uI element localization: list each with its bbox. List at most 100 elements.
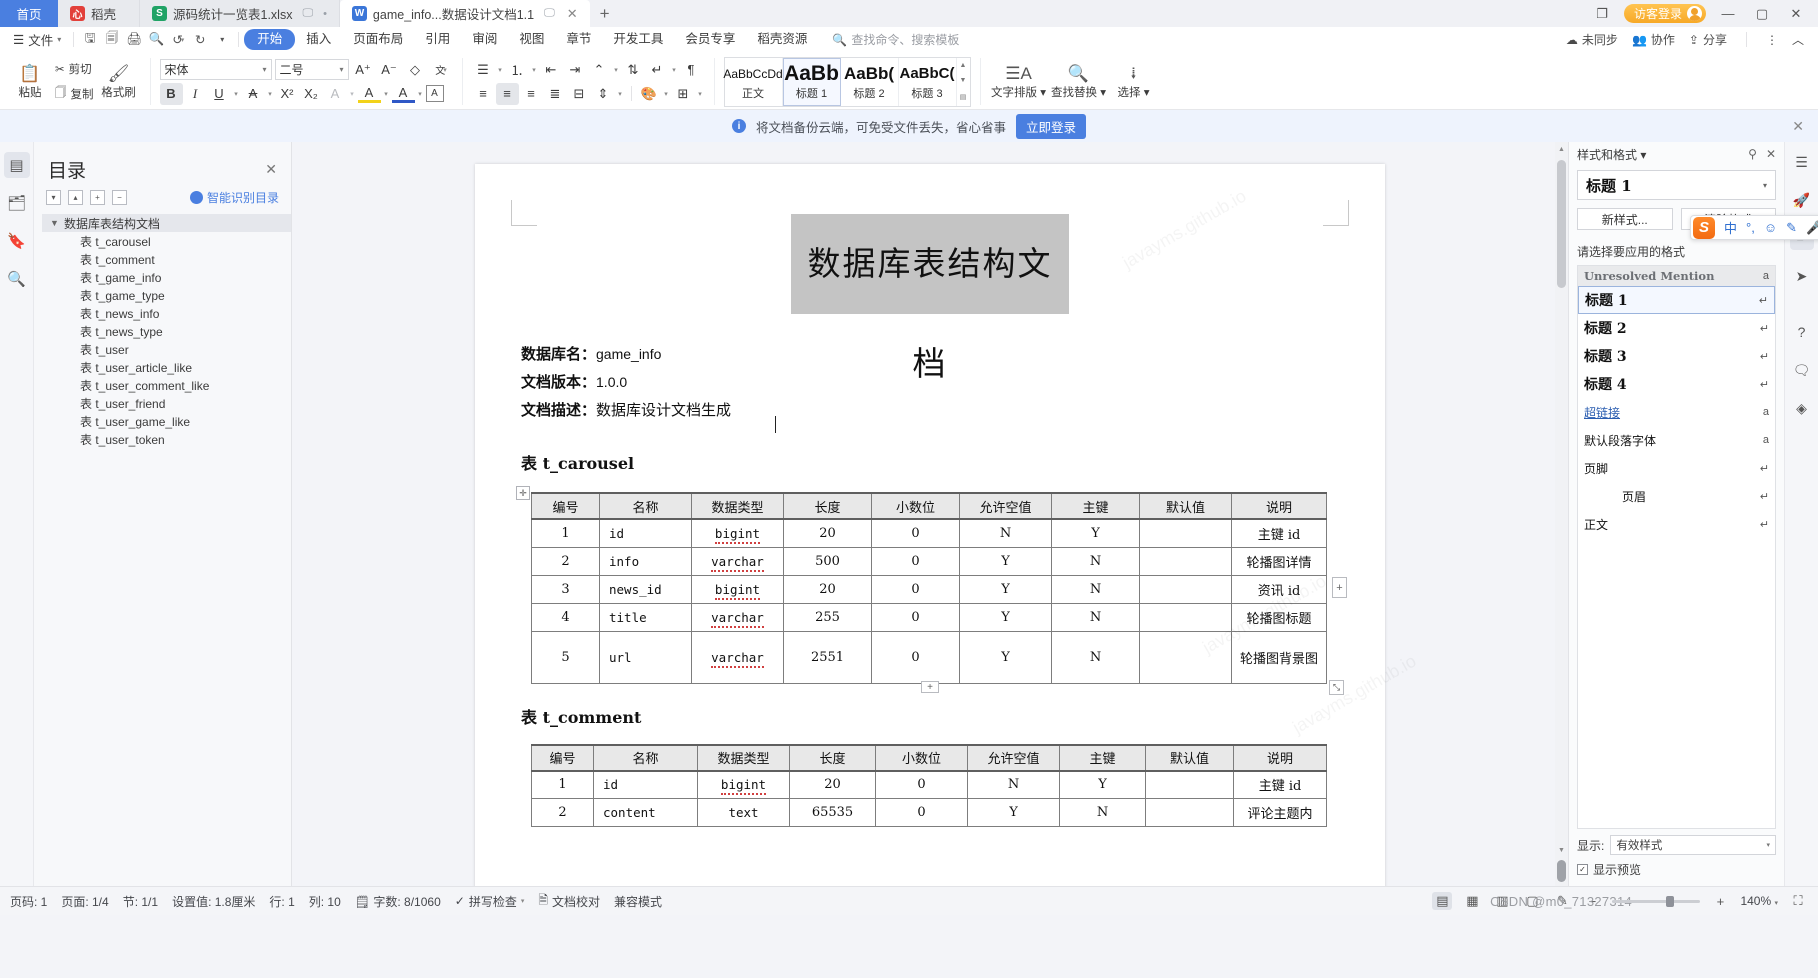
toc-item-root[interactable]: ▼ 数据库表结构文档 bbox=[42, 214, 291, 232]
maximize-button[interactable]: ▢ bbox=[1750, 0, 1774, 27]
toc-item-t-user[interactable]: 表 t_user bbox=[42, 340, 291, 358]
status-word-count[interactable]: 🗒 字数: 8/1060 bbox=[355, 893, 441, 910]
toc-item-t-user-game-like[interactable]: 表 t_user_game_like bbox=[42, 412, 291, 430]
table-row[interactable]: 2 info varchar 500 0 Y N 轮播图详情 bbox=[531, 546, 1327, 576]
notice-close-icon[interactable]: ✕ bbox=[1792, 118, 1804, 135]
status-proofread[interactable]: 🗎 文档校对 bbox=[538, 891, 600, 912]
level-down-icon[interactable]: − bbox=[112, 190, 127, 205]
justify-button[interactable]: ≣ bbox=[544, 83, 567, 105]
bullet-list-button[interactable]: ☰ bbox=[472, 59, 495, 81]
outline-icon[interactable]: ▤ bbox=[3, 152, 30, 178]
format-painter-button[interactable]: 🖌 格式刷 bbox=[97, 55, 141, 109]
styles-list[interactable]: Unresolved Mention a 标题 1 ↵ 标题 2 ↵ 标题 3 ↵ 标题… bbox=[1577, 265, 1776, 829]
tab-close-icon[interactable]: ✕ bbox=[567, 6, 578, 22]
line-break-button[interactable]: ↵ bbox=[646, 59, 669, 81]
collapse-icon[interactable]: ☰ bbox=[1790, 150, 1814, 174]
strikethrough-dropdown-icon[interactable]: ▾ bbox=[266, 83, 275, 105]
font-name-select[interactable]: 宋体 ▾ bbox=[159, 59, 272, 80]
style-list-item-hyperlink[interactable]: 超链接 a bbox=[1578, 398, 1775, 426]
guest-login-button[interactable]: 访客登录 bbox=[1623, 4, 1706, 23]
align-center-button[interactable]: ≡ bbox=[495, 82, 519, 105]
sort-button[interactable]: ⇅ bbox=[622, 59, 645, 81]
decrease-indent-button[interactable]: ⇤ bbox=[540, 59, 563, 81]
table-row[interactable]: 1 id bigint 20 0 N Y 主键 id bbox=[531, 770, 1327, 799]
style-item-heading3[interactable]: AaBbC( 标题 3 bbox=[899, 57, 957, 106]
copy-button[interactable]: 🗍 复制 bbox=[52, 83, 97, 106]
menu-item-reference[interactable]: 引用 bbox=[414, 29, 461, 50]
smart-layout-button[interactable]: ⌃ bbox=[588, 59, 611, 81]
collapse-ribbon-icon[interactable]: ︿ bbox=[1792, 31, 1804, 48]
clear-format-icon[interactable]: ◇ bbox=[404, 59, 427, 81]
customize-icon[interactable]: ▾ bbox=[211, 29, 233, 50]
style-list-item-header[interactable]: 页眉 ↵ bbox=[1578, 482, 1775, 510]
collaborate-button[interactable]: 👥 协作 bbox=[1632, 31, 1675, 48]
ime-voice-icon[interactable]: 🎤 bbox=[1806, 220, 1818, 236]
add-column-button[interactable]: + bbox=[1332, 577, 1347, 598]
select-button[interactable]: ⭭ 选择 ▾ bbox=[1110, 55, 1158, 109]
add-row-button[interactable]: + bbox=[921, 681, 939, 693]
table-t-comment[interactable]: 编号 名称 数据类型 长度 小数位 允许空值 主键 默认值 说明 1 id bi… bbox=[531, 743, 1327, 827]
toc-item-t-user-comment-like[interactable]: 表 t_user_comment_like bbox=[42, 376, 291, 394]
save-as-icon[interactable]: 🗐 bbox=[101, 29, 123, 50]
zoom-level[interactable]: 140% ▾ bbox=[1740, 894, 1778, 908]
table-row[interactable]: 2 content text 65535 0 Y N 评论主题内 bbox=[531, 798, 1327, 827]
style-list-item-heading1[interactable]: 标题 1 ↵ bbox=[1578, 286, 1775, 314]
shield-icon[interactable]: ◈ bbox=[1790, 396, 1814, 420]
highlight-dropdown-icon[interactable]: ▾ bbox=[382, 83, 391, 105]
ime-toolbar[interactable]: S 中 °, ☺ ✎ 🎤 ▦ bbox=[1690, 215, 1818, 240]
close-window-button[interactable]: ✕ bbox=[1784, 0, 1808, 27]
borders-button[interactable]: ⊞ bbox=[672, 83, 695, 105]
increase-indent-button[interactable]: ⇥ bbox=[564, 59, 587, 81]
page-view-icon[interactable]: ▤ bbox=[1432, 892, 1453, 910]
menu-item-insert[interactable]: 插入 bbox=[295, 29, 342, 50]
table-t-carousel[interactable]: 编号 名称 数据类型 长度 小数位 允许空值 主键 默认值 说明 1 id bi… bbox=[531, 492, 1327, 684]
distribute-button[interactable]: ⊟ bbox=[568, 83, 591, 105]
numbered-list-dropdown-icon[interactable]: ▾ bbox=[530, 59, 539, 81]
toc-item-t-user-article-like[interactable]: 表 t_user_article_like bbox=[42, 358, 291, 376]
menu-item-member[interactable]: 会员专享 bbox=[674, 29, 746, 50]
ime-punctuation-icon[interactable]: °, bbox=[1746, 220, 1755, 235]
tab-monitor-icon[interactable]: 🖵 bbox=[544, 7, 555, 20]
scroll-up-icon[interactable]: ▲ bbox=[1558, 146, 1565, 153]
superscript-button[interactable]: X² bbox=[276, 83, 299, 105]
borders-dropdown-icon[interactable]: ▾ bbox=[696, 83, 705, 105]
fit-page-icon[interactable]: ⛶ bbox=[1788, 892, 1808, 910]
find-replace-button[interactable]: 🔍 查找替换 ▾ bbox=[1048, 55, 1110, 109]
status-spellcheck[interactable]: ✓ 拼写检查 ▾ bbox=[455, 893, 525, 910]
underline-dropdown-icon[interactable]: ▾ bbox=[232, 83, 241, 105]
menu-item-dev-tools[interactable]: 开发工具 bbox=[602, 29, 674, 50]
typography-button[interactable]: ☰A 文字排版 ▾ bbox=[990, 55, 1048, 109]
text-effect-button[interactable]: A bbox=[324, 83, 347, 105]
close-icon[interactable]: ✕ bbox=[1766, 147, 1776, 161]
grow-font-button[interactable]: A⁺ bbox=[352, 59, 375, 81]
line-spacing-dropdown-icon[interactable]: ▾ bbox=[616, 83, 625, 105]
menu-item-page-layout[interactable]: 页面布局 bbox=[342, 29, 414, 50]
align-right-button[interactable]: ≡ bbox=[520, 83, 543, 105]
rocket-icon[interactable]: 🚀 bbox=[1790, 188, 1814, 212]
show-preview-checkbox[interactable]: ✓ bbox=[1577, 864, 1588, 875]
italic-button[interactable]: I bbox=[184, 83, 207, 105]
subscript-button[interactable]: X₂ bbox=[300, 83, 323, 105]
menu-item-resources[interactable]: 稻壳资源 bbox=[746, 29, 818, 50]
bookmark-icon[interactable]: 🔖 bbox=[4, 228, 30, 254]
bullet-list-dropdown-icon[interactable]: ▾ bbox=[496, 59, 505, 81]
minimize-button[interactable]: — bbox=[1716, 0, 1740, 27]
bold-button[interactable]: B bbox=[159, 82, 183, 105]
style-list-item-heading4[interactable]: 标题 4 ↵ bbox=[1578, 370, 1775, 398]
menu-item-section[interactable]: 章节 bbox=[555, 29, 602, 50]
file-menu-button[interactable]: ☰ 文件 ▾ bbox=[6, 29, 68, 50]
menu-item-start[interactable]: 开始 bbox=[244, 29, 296, 50]
align-left-button[interactable]: ≡ bbox=[472, 83, 495, 105]
split-view-icon[interactable]: ❐ bbox=[1590, 0, 1614, 27]
toc-item-t-user-token[interactable]: 表 t_user_token bbox=[42, 430, 291, 448]
tab-home[interactable]: 首页 bbox=[0, 0, 58, 27]
scroll-down-icon[interactable]: ▼ bbox=[1558, 847, 1565, 854]
document-canvas[interactable]: javayms.github.io javayms.github.io java… bbox=[292, 142, 1568, 886]
menu-item-review[interactable]: 审阅 bbox=[461, 29, 508, 50]
style-list-item-default-paragraph-font[interactable]: 默认段落字体 a bbox=[1578, 426, 1775, 454]
zoom-slider-knob[interactable] bbox=[1666, 895, 1675, 907]
print-preview-icon[interactable]: 🔍 bbox=[145, 29, 167, 50]
smart-layout-dropdown-icon[interactable]: ▾ bbox=[612, 59, 621, 81]
highlight-button[interactable]: A bbox=[357, 85, 381, 103]
scrollbar-thumb-bottom[interactable] bbox=[1557, 860, 1566, 882]
